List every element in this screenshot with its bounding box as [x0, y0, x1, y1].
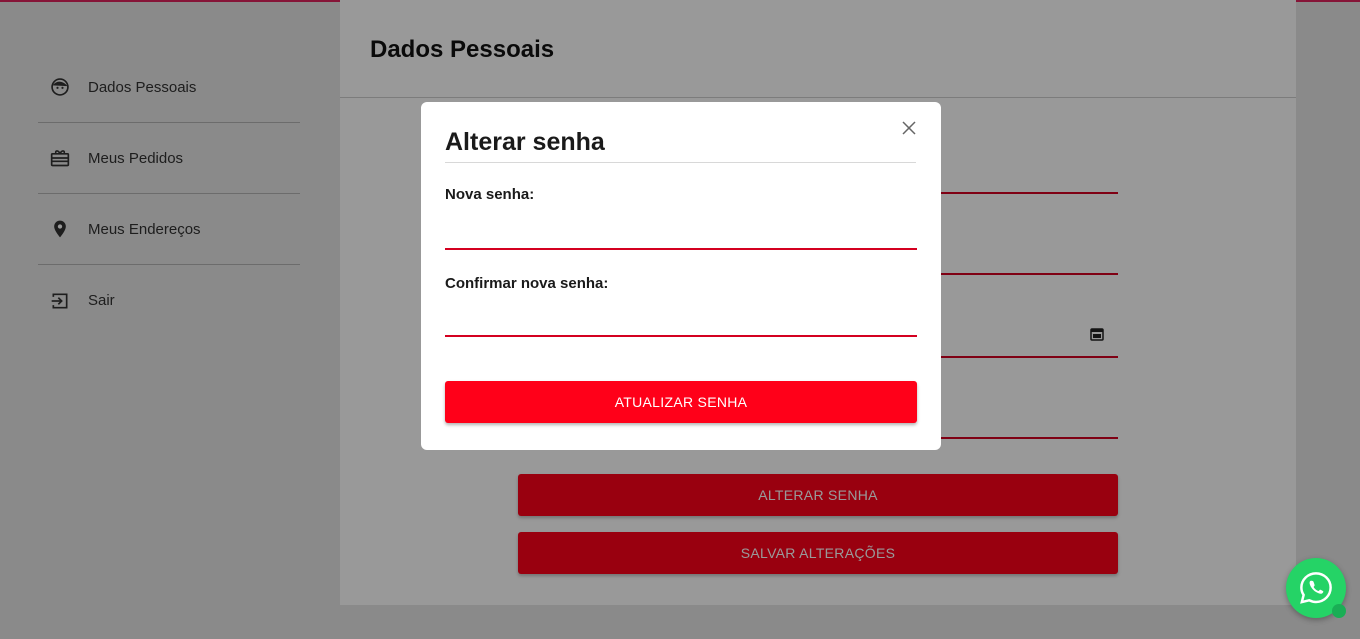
modal-divider: [445, 162, 916, 163]
confirmar-senha-input[interactable]: [445, 307, 917, 337]
close-icon[interactable]: [901, 120, 917, 136]
online-status-dot: [1332, 604, 1346, 618]
nova-senha-label: Nova senha:: [445, 186, 535, 203]
change-password-modal: Alterar senha Nova senha: Confirmar nova…: [421, 102, 941, 450]
nova-senha-input[interactable]: [445, 220, 917, 250]
atualizar-senha-button[interactable]: ATUALIZAR SENHA: [445, 381, 917, 423]
modal-title: Alterar senha: [445, 128, 605, 156]
confirmar-senha-label: Confirmar nova senha:: [445, 275, 609, 292]
whatsapp-icon: [1300, 572, 1332, 604]
